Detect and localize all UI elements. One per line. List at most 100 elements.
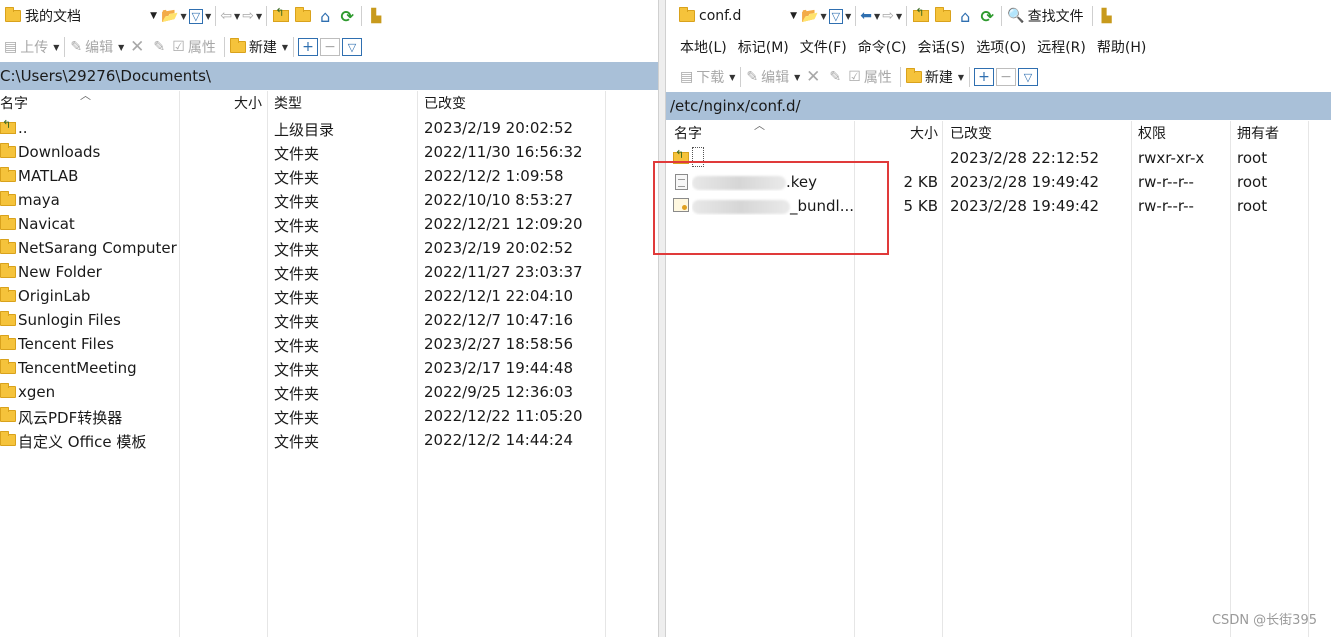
table-row[interactable]: OriginLab 文件夹 2022/12/1 22:04:10 (0, 284, 658, 308)
menu-item-options[interactable]: 选项(O) (976, 37, 1026, 57)
certificate-icon (673, 198, 689, 212)
open-folder-button[interactable]: 📂 ▼ (801, 5, 827, 27)
file-modified: 2023/2/28 19:49:42 (950, 173, 1100, 191)
menu-item-file[interactable]: 文件(F) (800, 37, 847, 57)
file-type: 文件夹 (274, 385, 320, 403)
chevron-down-icon: ▼ (281, 42, 288, 52)
folder-icon (0, 359, 16, 374)
toolbar-separator (906, 6, 908, 26)
file-size: 2 KB (903, 173, 938, 191)
parent-directory-button[interactable] (911, 5, 931, 27)
back-button[interactable]: ⬅ ▼ (860, 5, 880, 27)
remote-path-bar[interactable]: /etc/nginx/conf.d/ (666, 92, 1331, 120)
column-type-header[interactable]: 类型 (274, 93, 302, 113)
folder-icon (0, 287, 16, 302)
menu-item-help[interactable]: 帮助(H) (1097, 37, 1146, 57)
column-modified-header[interactable]: 已改变 (424, 93, 466, 113)
delete-button[interactable]: ✕ (803, 66, 823, 88)
tree-view-button[interactable]: ▙ (366, 5, 386, 27)
close-icon: ✕ (806, 67, 821, 87)
chevron-down-icon: ▼ (118, 42, 125, 52)
file-icon (675, 174, 688, 190)
table-row[interactable]: Sunlogin Files 文件夹 2022/12/7 10:47:16 (0, 308, 658, 332)
edit-button[interactable]: ✎ 编辑 ▼ (744, 65, 802, 89)
table-row[interactable]: Navicat 文件夹 2022/12/21 12:09:20 (0, 212, 658, 236)
properties-button[interactable]: ☑ 属性 (170, 35, 221, 59)
table-row[interactable]: .key 2 KB 2023/2/28 19:49:42 rw-r--r-- r… (666, 170, 1331, 194)
table-row[interactable]: 自定义 Office 模板 文件夹 2022/12/2 14:44:24 (0, 428, 658, 452)
table-row[interactable]: .. 上级目录 2023/2/19 20:02:52 (0, 116, 658, 140)
filter-button[interactable]: ▽ ▼ (188, 5, 211, 27)
parent-directory-button[interactable] (271, 5, 291, 27)
watermark: CSDN @长街395 (1211, 613, 1317, 628)
select-all-button[interactable]: + (298, 38, 318, 56)
menu-item-remote[interactable]: 远程(R) (1037, 37, 1086, 57)
folder-icon (0, 239, 16, 254)
column-name-header[interactable]: 名字 (674, 123, 702, 143)
table-row[interactable]: Downloads 文件夹 2022/11/30 16:56:32 (0, 140, 658, 164)
menu-item-mark[interactable]: 标记(M) (738, 37, 789, 57)
home-button[interactable]: ⌂ (315, 5, 335, 27)
deselect-button[interactable]: − (320, 38, 340, 56)
column-permissions-header[interactable]: 权限 (1138, 123, 1166, 143)
root-directory-button[interactable] (293, 5, 313, 27)
download-button[interactable]: ▤ 下载 ▼ (678, 65, 737, 89)
file-modified: 2023/2/27 18:58:56 (424, 335, 574, 353)
refresh-button[interactable]: ⟳ (337, 5, 357, 27)
menu-item-session[interactable]: 会话(S) (917, 37, 965, 57)
toolbar-separator (969, 67, 970, 87)
toolbar-separator (740, 67, 742, 87)
folder-icon (0, 335, 16, 350)
table-row[interactable]: xgen 文件夹 2022/9/25 12:36:03 (0, 380, 658, 404)
new-button[interactable]: 新建 ▼ (904, 65, 966, 89)
table-row[interactable]: _bundl... 5 KB 2023/2/28 19:49:42 rw-r--… (666, 194, 1331, 218)
local-location-combo[interactable]: 我的文档 ▼ (2, 4, 160, 28)
rename-button[interactable]: ✎ (825, 66, 845, 88)
remote-list-header: 名字 ︿ 大小 已改变 权限 拥有者 (666, 119, 1331, 145)
root-directory-button[interactable] (933, 5, 953, 27)
open-folder-button[interactable]: 📂 ▼ (161, 5, 187, 27)
tree-icon: ▙ (371, 8, 382, 24)
filter-select-button[interactable]: ▽ (342, 38, 362, 56)
file-modified: 2022/12/21 12:09:20 (424, 215, 583, 233)
find-files-button[interactable]: 🔍 查找文件 (1005, 4, 1088, 28)
table-row[interactable]: TencentMeeting 文件夹 2023/2/17 19:44:48 (0, 356, 658, 380)
table-row[interactable]: NetSarang Computer 文件夹 2023/2/19 20:02:5… (0, 236, 658, 260)
filter-select-button[interactable]: ▽ (1018, 68, 1038, 86)
filter-button[interactable]: ▽ ▼ (828, 5, 851, 27)
home-button[interactable]: ⌂ (955, 5, 975, 27)
table-row[interactable]: maya 文件夹 2022/10/10 8:53:27 (0, 188, 658, 212)
edit-label: 编辑 (85, 40, 114, 56)
pane-splitter[interactable] (658, 0, 666, 637)
table-row[interactable]: MATLAB 文件夹 2022/12/2 1:09:58 (0, 164, 658, 188)
menu-item-local[interactable]: 本地(L) (680, 37, 727, 57)
column-size-header[interactable]: 大小 (866, 123, 938, 143)
file-modified: 2023/2/19 20:02:52 (424, 239, 574, 257)
table-row[interactable]: 2023/2/28 22:12:52 rwxr-xr-x root (666, 146, 1331, 170)
delete-button[interactable]: ✕ (127, 36, 147, 58)
remote-location-combo[interactable]: conf.d ▼ (676, 4, 800, 28)
table-row[interactable]: New Folder 文件夹 2022/11/27 23:03:37 (0, 260, 658, 284)
plus-icon: + (978, 69, 990, 85)
new-button[interactable]: 新建 ▼ (228, 35, 290, 59)
upload-button[interactable]: ▤ 上传 ▼ (2, 35, 61, 59)
deselect-button[interactable]: − (996, 68, 1016, 86)
column-size-header[interactable]: 大小 (200, 93, 262, 113)
tree-view-button[interactable]: ▙ (1097, 5, 1117, 27)
back-button[interactable]: ⇦ ▼ (220, 5, 240, 27)
properties-button[interactable]: ☑ 属性 (846, 65, 897, 89)
column-modified-header[interactable]: 已改变 (950, 123, 992, 143)
local-path-bar[interactable]: C:\Users\29276\Documents\ (0, 62, 658, 90)
refresh-button[interactable]: ⟳ (977, 5, 997, 27)
column-name-header[interactable]: 名字 (0, 93, 28, 113)
table-row[interactable]: 风云PDF转换器 文件夹 2022/12/22 11:05:20 (0, 404, 658, 428)
forward-button[interactable]: ⇨ ▼ (242, 5, 262, 27)
rename-button[interactable]: ✎ (149, 36, 169, 58)
select-all-button[interactable]: + (974, 68, 994, 86)
menu-item-command[interactable]: 命令(C) (858, 37, 907, 57)
edit-button[interactable]: ✎ 编辑 ▼ (68, 35, 126, 59)
column-owner-header[interactable]: 拥有者 (1237, 123, 1279, 143)
file-name: 风云PDF转换器 (18, 409, 123, 427)
forward-button[interactable]: ⇨ ▼ (882, 5, 902, 27)
table-row[interactable]: Tencent Files 文件夹 2023/2/27 18:58:56 (0, 332, 658, 356)
